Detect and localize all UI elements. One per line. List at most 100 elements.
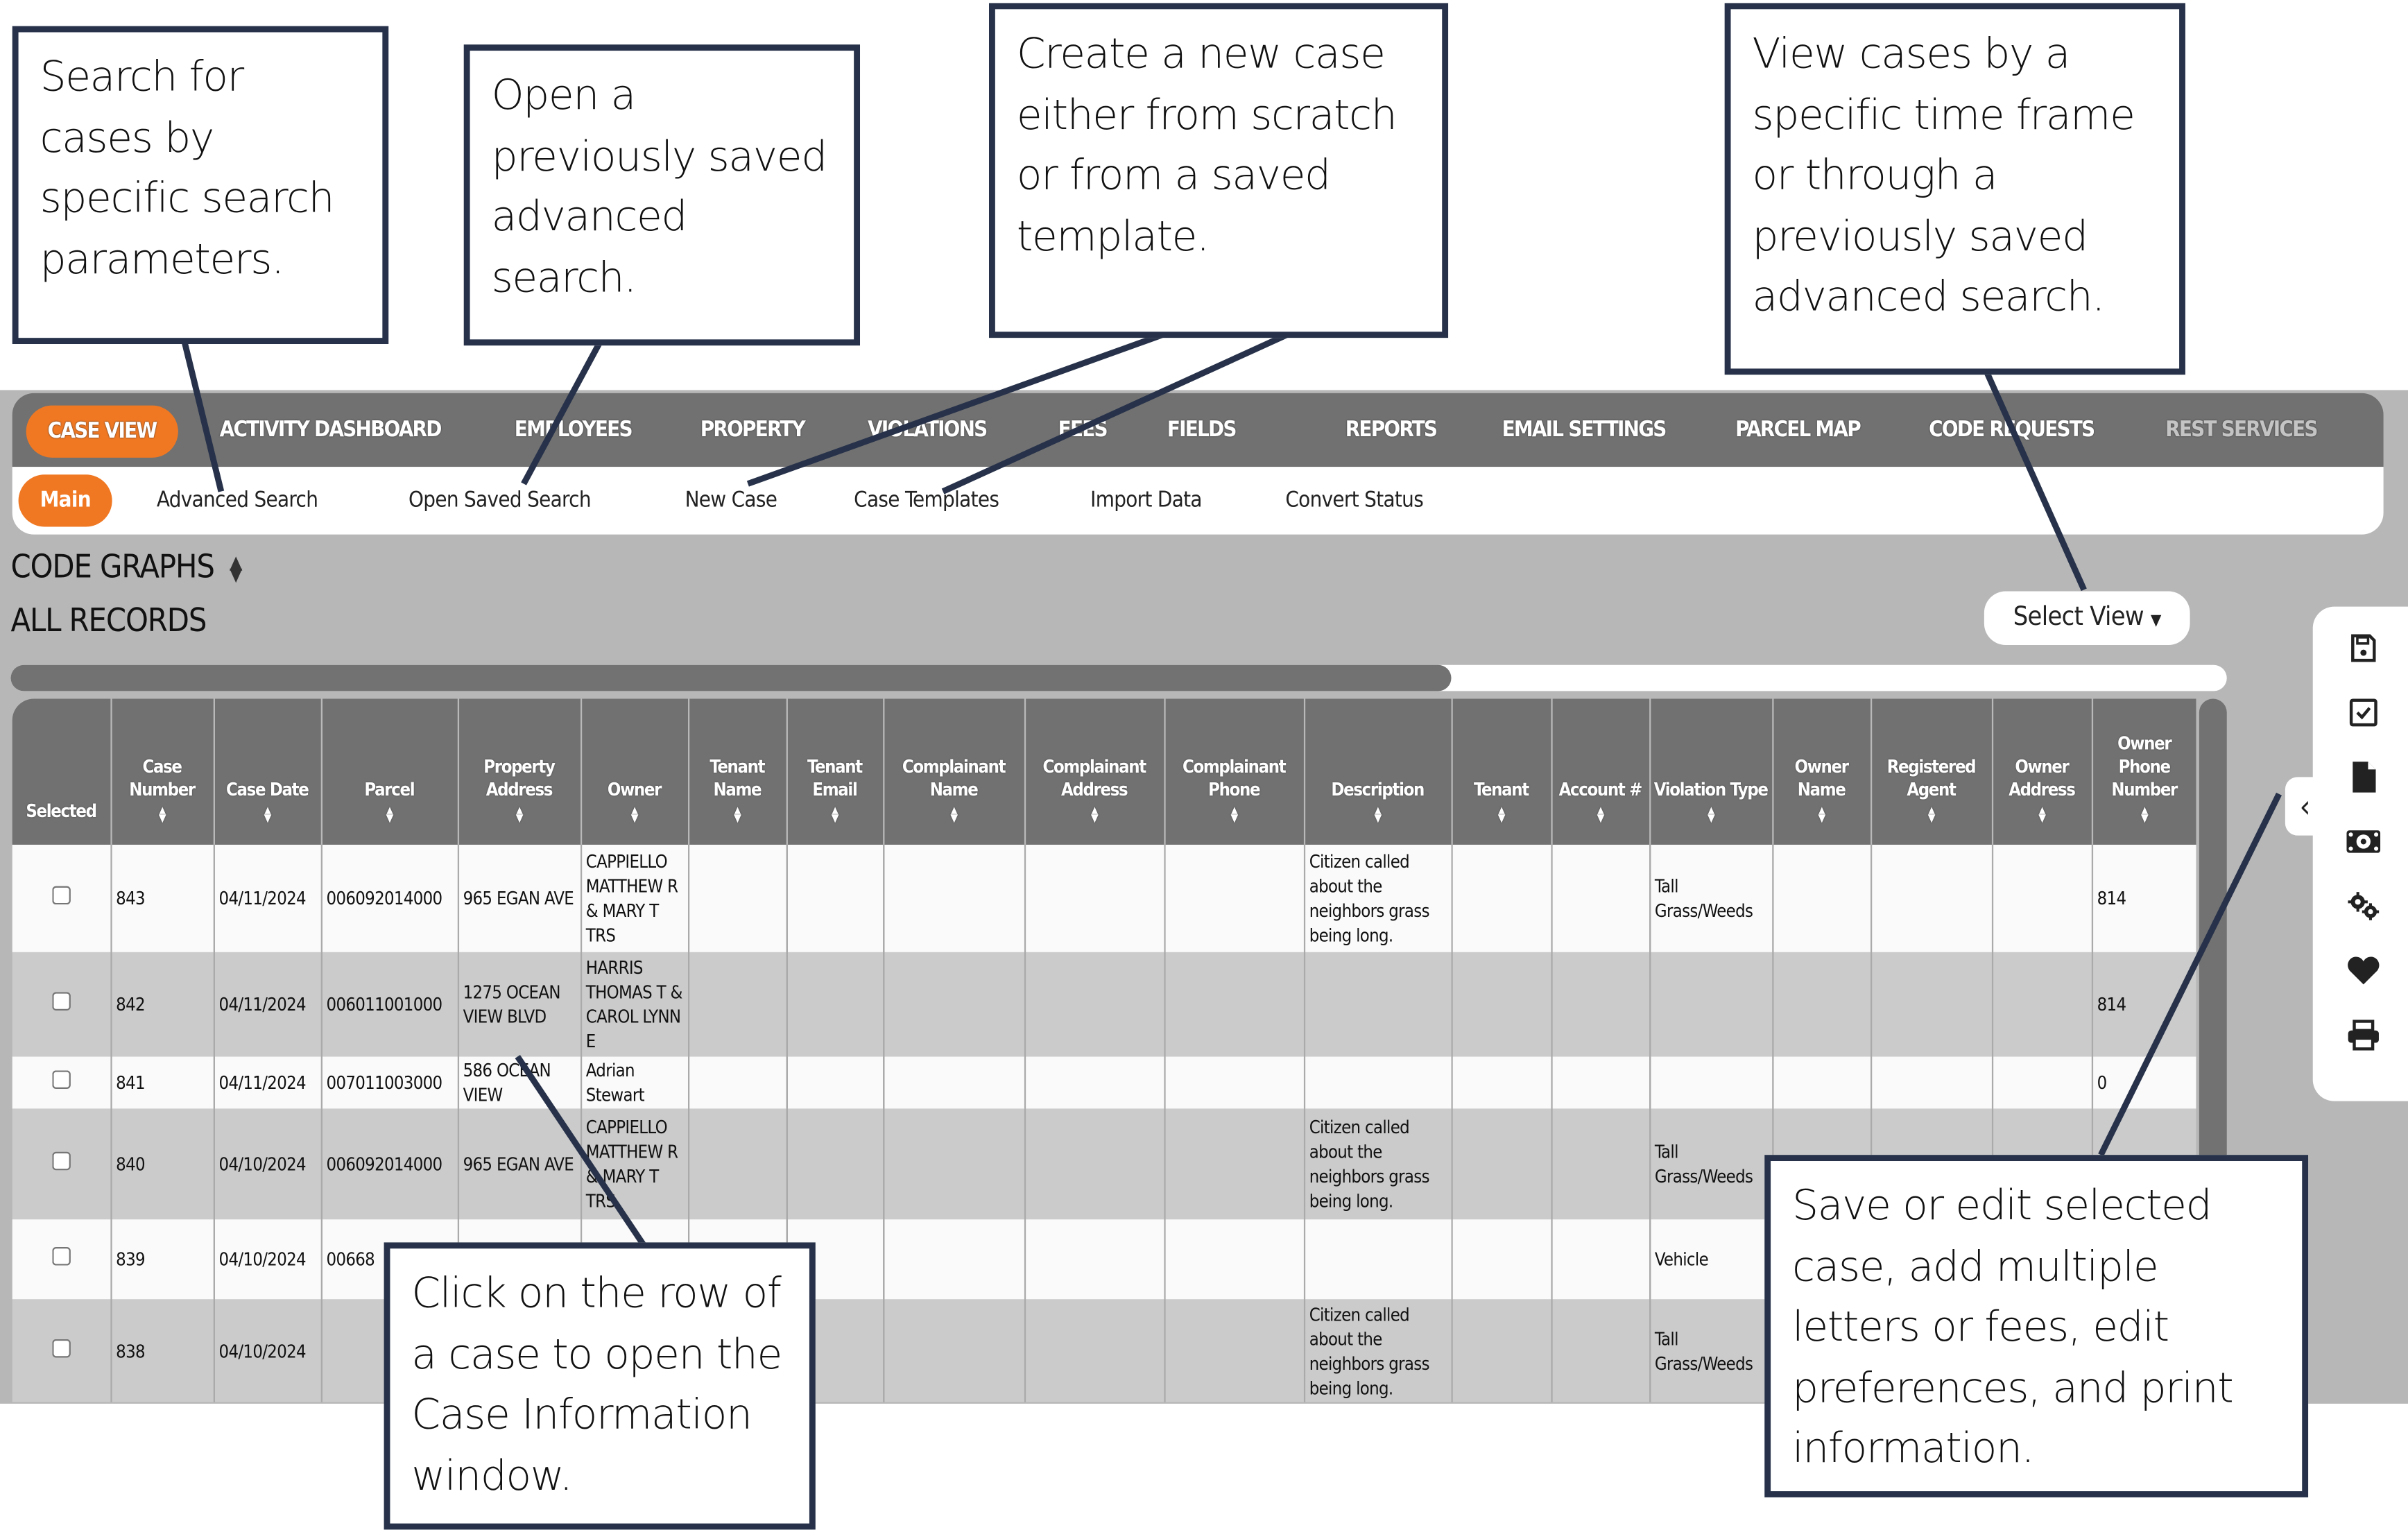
- table-cell: [1302, 952, 1452, 1057]
- table-cell: 839: [110, 1219, 214, 1300]
- code-graphs-toggle[interactable]: CODE GRAPHS ▲ ▼: [11, 549, 243, 585]
- nav-reports[interactable]: REPORTS: [1345, 393, 1438, 467]
- sort-icon[interactable]: ▲ ▼: [1307, 805, 1447, 824]
- table-cell: Vehicle: [1649, 1219, 1773, 1300]
- column-label: Owner Address: [2009, 755, 2076, 800]
- column-label: Registered Agent: [1886, 755, 1977, 800]
- column-header-tenant-email[interactable]: Tenant Email ▲ ▼: [785, 698, 884, 845]
- subnav-convert-status[interactable]: Convert Status: [1285, 467, 1423, 534]
- subnav-case-templates[interactable]: Case Templates: [854, 467, 999, 534]
- nav-violations[interactable]: VIOLATIONS: [868, 393, 988, 467]
- main-navbar: CASE VIEW ACTIVITY DASHBOARD EMPLOYEES P…: [12, 393, 2384, 467]
- table-cell: 965 EGAN AVE: [456, 1108, 581, 1220]
- table-cell: Citizen called about the neighbors grass…: [1302, 1108, 1452, 1220]
- column-header-account[interactable]: Account # ▲ ▼: [1550, 698, 1650, 845]
- sort-icon[interactable]: ▲ ▼: [1555, 805, 1646, 824]
- nav-employees[interactable]: EMPLOYEES: [515, 393, 633, 467]
- column-label: Violation Type: [1653, 778, 1769, 800]
- column-header-owner[interactable]: Owner ▲ ▼: [579, 698, 689, 845]
- print-icon[interactable]: [2346, 1018, 2380, 1052]
- nav-email-settings[interactable]: EMAIL SETTINGS: [1502, 393, 1667, 467]
- table-cell: [1550, 1219, 1650, 1300]
- sort-icon[interactable]: ▲ ▼: [1168, 805, 1300, 824]
- table-cell: [1023, 952, 1164, 1057]
- row-select-checkbox[interactable]: [51, 1338, 71, 1357]
- table-cell: 007011003000: [320, 1056, 458, 1109]
- column-header-selected: Selected: [12, 698, 111, 845]
- column-header-property-address[interactable]: Property Address ▲ ▼: [456, 698, 581, 845]
- check-square-icon[interactable]: [2346, 696, 2380, 730]
- column-header-owner-name[interactable]: Owner Name ▲ ▼: [1771, 698, 1871, 845]
- table-row[interactable]: 842 04/11/2024 006011001000 1275 OCEAN VIEW…: [12, 952, 2196, 1057]
- sort-icon[interactable]: ▲ ▼: [1653, 805, 1769, 824]
- sort-icon[interactable]: ▲ ▼: [585, 805, 685, 824]
- sort-icon[interactable]: ▲ ▼: [692, 805, 783, 824]
- annotated-screenshot: CASE VIEW ACTIVITY DASHBOARD EMPLOYEES P…: [0, 0, 2408, 1530]
- row-select-checkbox[interactable]: [51, 1151, 71, 1171]
- subnav-new-case[interactable]: New Case: [685, 467, 777, 534]
- table-cell: [882, 1108, 1024, 1220]
- select-view-dropdown[interactable]: Select View ▼: [1984, 591, 2190, 646]
- table-cell: [1023, 1108, 1164, 1220]
- sort-icon[interactable]: ▲ ▼: [1455, 805, 1547, 824]
- column-header-parcel[interactable]: Parcel ▲ ▼: [320, 698, 458, 845]
- column-label: Property Address: [483, 755, 556, 800]
- nav-rest-services[interactable]: REST SERVICES: [2165, 393, 2318, 467]
- column-header-registered-agent[interactable]: Registered Agent ▲ ▼: [1869, 698, 1992, 845]
- row-select-checkbox[interactable]: [51, 886, 71, 905]
- collapse-panel-button[interactable]: ‹: [2285, 777, 2325, 836]
- sort-icon[interactable]: ▲ ▼: [887, 805, 1021, 824]
- subnav-import-data[interactable]: Import Data: [1090, 467, 1202, 534]
- table-cell: 04/11/2024: [212, 844, 321, 952]
- column-header-complainant-address[interactable]: Complainant Address ▲ ▼: [1023, 698, 1164, 845]
- nav-parcel-map[interactable]: PARCEL MAP: [1735, 393, 1861, 467]
- row-select-checkbox[interactable]: [51, 1247, 71, 1266]
- sort-icon[interactable]: ▲ ▼: [1995, 805, 2088, 824]
- save-icon[interactable]: [2346, 631, 2380, 665]
- sort-icon[interactable]: ▲ ▼: [790, 805, 879, 824]
- sub-navbar: Main Advanced Search Open Saved Search N…: [12, 467, 2384, 535]
- nav-case-view[interactable]: CASE VIEW: [26, 405, 178, 458]
- money-bill-icon[interactable]: [2346, 825, 2381, 859]
- table-row[interactable]: 841 04/11/2024 007011003000 586 OCEAN VIEW A…: [12, 1056, 2196, 1109]
- sort-icon[interactable]: ▲ ▼: [2095, 805, 2193, 824]
- sort-icon[interactable]: ▲ ▼: [114, 805, 209, 824]
- column-header-complainant-name[interactable]: Complainant Name ▲ ▼: [882, 698, 1024, 845]
- subnav-advanced-search[interactable]: Advanced Search: [157, 467, 318, 534]
- sort-icon[interactable]: ▲ ▼: [217, 805, 317, 824]
- column-header-owner-phone-number[interactable]: Owner Phone Number ▲ ▼: [2090, 698, 2196, 845]
- nav-code-requests[interactable]: CODE REQUESTS: [1929, 393, 2095, 467]
- column-header-tenant-name[interactable]: Tenant Name ▲ ▼: [687, 698, 786, 845]
- nav-fees[interactable]: FEES: [1058, 393, 1108, 467]
- column-header-owner-address[interactable]: Owner Address ▲ ▼: [1990, 698, 2092, 845]
- table-cell: [1771, 952, 1871, 1057]
- column-header-case-number[interactable]: Case Number ▲ ▼: [110, 698, 214, 845]
- column-header-case-date[interactable]: Case Date ▲ ▼: [212, 698, 321, 845]
- sort-icon[interactable]: ▲ ▼: [1776, 805, 1867, 824]
- nav-property[interactable]: PROPERTY: [700, 393, 806, 467]
- column-header-tenant[interactable]: Tenant ▲ ▼: [1450, 698, 1551, 845]
- row-select-checkbox[interactable]: [51, 1070, 71, 1089]
- table-cell: [1869, 844, 1992, 952]
- file-icon[interactable]: [2346, 760, 2380, 794]
- sort-icon[interactable]: ▲ ▼: [461, 805, 576, 824]
- sort-icon[interactable]: ▲ ▼: [1875, 805, 1988, 824]
- subnav-main[interactable]: Main: [18, 474, 112, 527]
- column-header-violation-type[interactable]: Violation Type ▲ ▼: [1649, 698, 1773, 845]
- nav-activity-dashboard[interactable]: ACTIVITY DASHBOARD: [220, 393, 442, 467]
- nav-fields[interactable]: FIELDS: [1167, 393, 1237, 467]
- column-label: Complainant Phone: [1182, 755, 1287, 800]
- table-cell: Tall Grass/Weeds: [1649, 1299, 1773, 1402]
- cogs-icon[interactable]: [2346, 889, 2380, 923]
- sort-icon[interactable]: ▲ ▼: [1028, 805, 1160, 824]
- horizontal-scrollbar[interactable]: [10, 664, 2227, 691]
- select-view-label: Select View: [2013, 602, 2144, 633]
- row-select-checkbox[interactable]: [51, 992, 71, 1011]
- horizontal-scroll-thumb[interactable]: [10, 664, 1452, 691]
- table-row[interactable]: 843 04/11/2024 006092014000 965 EGAN AVE CAP…: [12, 844, 2196, 952]
- subnav-open-saved-search[interactable]: Open Saved Search: [409, 467, 592, 534]
- heart-icon[interactable]: [2346, 954, 2380, 988]
- column-header-complainant-phone[interactable]: Complainant Phone ▲ ▼: [1163, 698, 1304, 845]
- column-header-description[interactable]: Description ▲ ▼: [1302, 698, 1452, 845]
- sort-icon[interactable]: ▲ ▼: [325, 805, 454, 824]
